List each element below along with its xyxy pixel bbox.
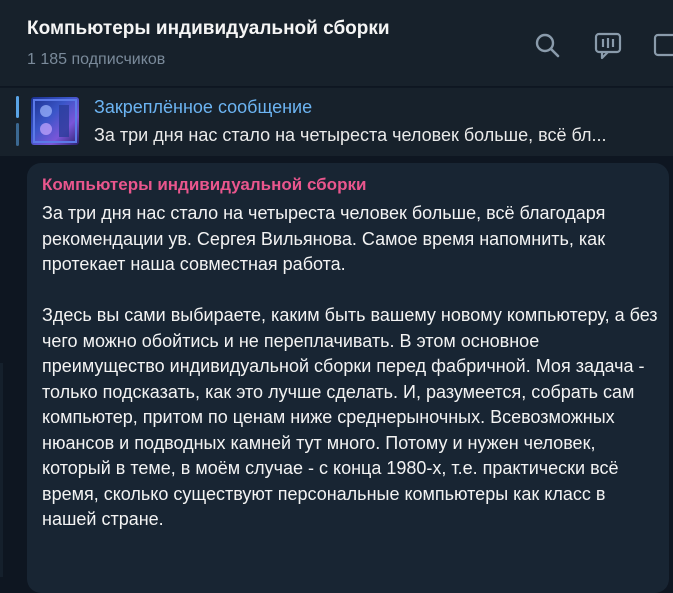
subscriber-count: 1 185 подписчиков xyxy=(27,51,166,68)
message-bubble[interactable]: Компьютеры индивидуальной сборки За три … xyxy=(27,163,669,593)
channel-title[interactable]: Компьютеры индивидуальной сборки xyxy=(27,18,390,40)
live-chat-icon[interactable] xyxy=(593,30,623,60)
sidebar-toggle-icon[interactable] xyxy=(652,30,673,60)
pinned-thumbnail xyxy=(31,97,79,145)
message-paragraph: Здесь вы сами выбираете, каким быть ваше… xyxy=(42,305,658,529)
chat-edge-divider xyxy=(0,363,3,577)
message-author[interactable]: Компьютеры индивидуальной сборки xyxy=(42,175,366,195)
pinned-preview: За три дня нас стало на четыреста челове… xyxy=(94,125,607,145)
message-paragraph: За три дня нас стало на четыреста челове… xyxy=(42,203,606,274)
pinned-indicator xyxy=(16,96,19,146)
pinned-message-bar[interactable]: Закреплённое сообщение За три дня нас ст… xyxy=(0,87,673,156)
search-icon[interactable] xyxy=(532,30,562,60)
pinned-label: Закреплённое сообщение xyxy=(94,97,313,117)
channel-header: Компьютеры индивидуальной сборки 1 185 п… xyxy=(0,0,673,86)
message-text: За три дня нас стало на четыреста челове… xyxy=(42,201,662,558)
